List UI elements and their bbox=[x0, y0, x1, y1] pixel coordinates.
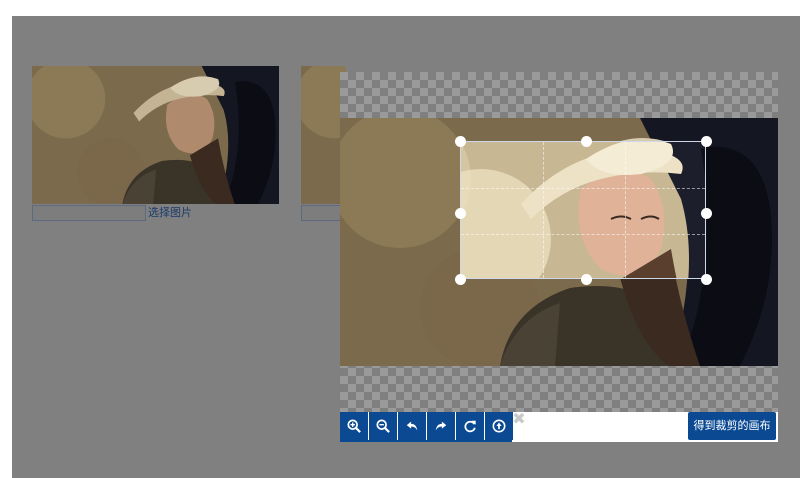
upload-button[interactable] bbox=[485, 412, 513, 440]
crop-preview bbox=[460, 141, 706, 279]
arrow-right-icon bbox=[435, 421, 447, 431]
zoom-in-button[interactable] bbox=[340, 412, 368, 440]
zoom-in-icon bbox=[347, 419, 361, 433]
file-input-1[interactable] bbox=[32, 205, 146, 221]
crop-guide-h1 bbox=[461, 188, 705, 189]
thumbnail-image-1 bbox=[32, 66, 279, 204]
crop-guide-h2 bbox=[461, 234, 705, 235]
crop-handle-s[interactable] bbox=[581, 274, 592, 285]
arrow-left-icon bbox=[406, 421, 418, 431]
cropper-toolbar: ✖ 得到裁剪的画布 bbox=[340, 411, 778, 442]
toolbar-underline bbox=[340, 440, 512, 442]
select-image-label[interactable]: 选择图片 bbox=[148, 205, 192, 221]
crop-handle-w[interactable] bbox=[455, 208, 466, 219]
crop-handle-se[interactable] bbox=[701, 274, 712, 285]
crop-handle-e[interactable] bbox=[701, 208, 712, 219]
upload-circle-icon bbox=[492, 419, 506, 433]
crop-handle-nw[interactable] bbox=[455, 136, 466, 147]
rotate-left-button[interactable] bbox=[398, 412, 426, 440]
zoom-out-icon bbox=[376, 419, 390, 433]
cropper-canvas[interactable] bbox=[340, 72, 778, 412]
file-input-2[interactable] bbox=[301, 205, 341, 221]
crop-guide-v1 bbox=[543, 142, 544, 278]
crop-box[interactable] bbox=[460, 141, 706, 279]
close-icon[interactable]: ✖ bbox=[512, 411, 526, 427]
crop-guide-v2 bbox=[625, 142, 626, 278]
reset-button[interactable] bbox=[456, 412, 484, 440]
crop-handle-n[interactable] bbox=[581, 136, 592, 147]
crop-handle-ne[interactable] bbox=[701, 136, 712, 147]
get-cropped-canvas-button[interactable]: 得到裁剪的画布 bbox=[688, 412, 776, 440]
crop-handle-sw[interactable] bbox=[455, 274, 466, 285]
zoom-out-button[interactable] bbox=[369, 412, 397, 440]
rotate-right-button[interactable] bbox=[427, 412, 455, 440]
refresh-icon bbox=[464, 420, 476, 433]
